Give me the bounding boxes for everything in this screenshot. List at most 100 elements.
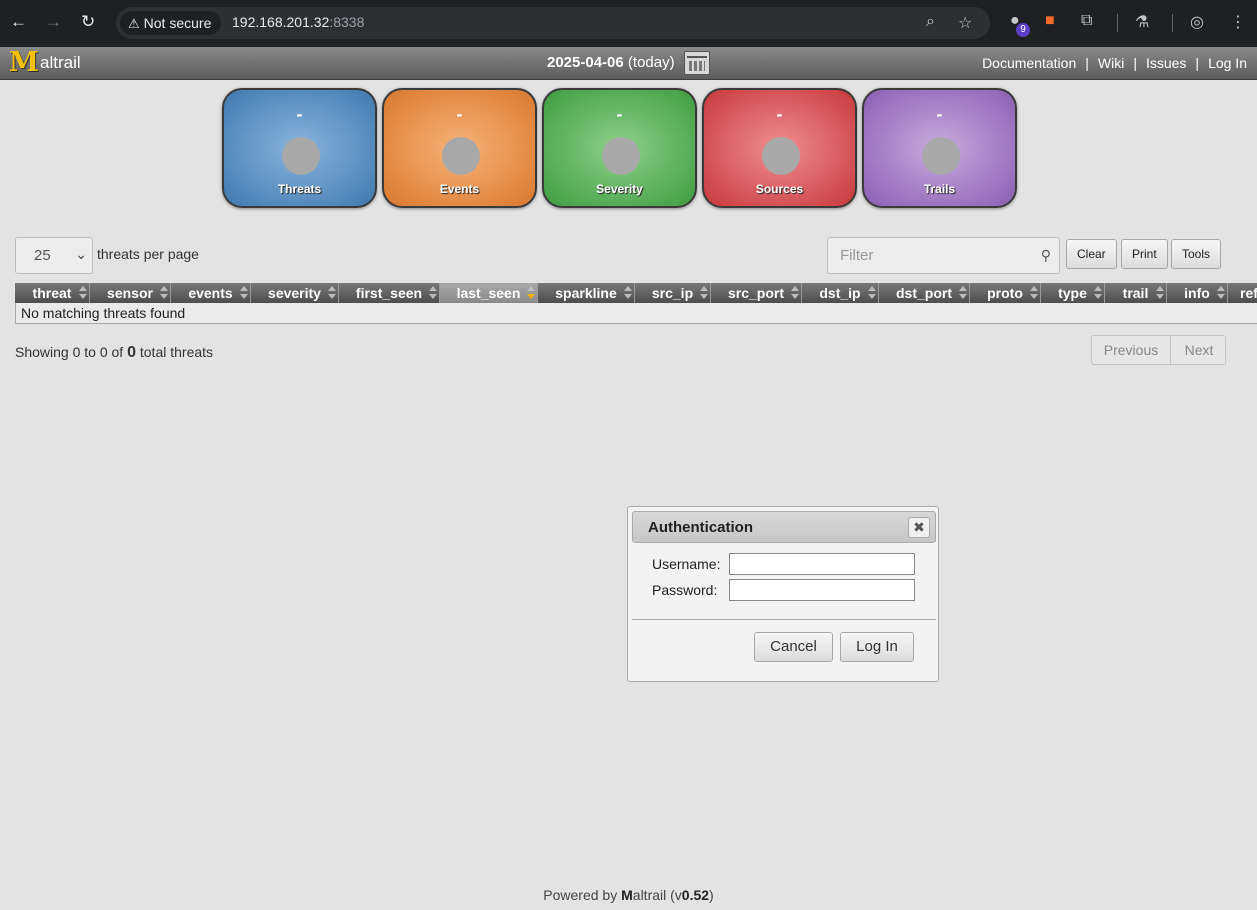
username-field[interactable]	[729, 553, 915, 575]
per-page-label: threats per page	[97, 246, 199, 262]
sort-icon	[1094, 286, 1102, 300]
footer: Powered by Maltrail (v0.52)	[543, 887, 714, 903]
username-label: Username:	[652, 556, 721, 572]
link-login[interactable]: Log In	[1208, 55, 1247, 71]
threats-counter[interactable]: - Threats	[222, 88, 377, 208]
counter-value: -	[776, 104, 783, 124]
date-suffix: (today)	[627, 54, 675, 71]
table-header: threat sensor events severity first_seen…	[15, 283, 1257, 303]
authentication-dialog: Authentication ✖ Username: Password: Can…	[627, 506, 939, 682]
browser-toolbar: ← → ↻ ⚠ Not secure 192.168.201.32:8338 ⌕ …	[0, 0, 1257, 47]
column-type[interactable]: type	[1041, 283, 1105, 303]
toolbar-divider	[1117, 14, 1118, 32]
sort-icon	[79, 286, 87, 300]
sort-icon	[959, 286, 967, 300]
zoom-icon[interactable]: ⌕	[926, 13, 935, 31]
cancel-button[interactable]: Cancel	[754, 632, 833, 662]
column-threat[interactable]: threat	[15, 283, 90, 303]
extension-badge: 9	[1016, 23, 1030, 37]
clear-button[interactable]: Clear	[1066, 239, 1117, 269]
sort-icon	[1030, 286, 1038, 300]
column-ref[interactable]: ref	[1228, 283, 1257, 303]
security-chip[interactable]: ⚠ Not secure	[120, 11, 222, 35]
dialog-titlebar[interactable]: Authentication ✖	[632, 511, 936, 543]
counter-label: Trails	[923, 182, 956, 196]
link-wiki[interactable]: Wiki	[1098, 55, 1124, 71]
sort-icon	[868, 286, 876, 300]
previous-button[interactable]: Previous	[1092, 336, 1171, 364]
column-proto[interactable]: proto	[970, 283, 1041, 303]
puzzle-extensions-icon[interactable]: ⧉	[1081, 12, 1092, 30]
password-field[interactable]	[729, 579, 915, 601]
table-summary: Showing 0 to 0 of 0 total threats	[15, 344, 214, 361]
dialog-title: Authentication	[648, 519, 753, 536]
total-count: 0	[127, 344, 136, 361]
sort-icon	[240, 286, 248, 300]
column-trail[interactable]: trail	[1105, 283, 1167, 303]
trails-counter[interactable]: - Trails	[862, 88, 1017, 208]
column-first-seen[interactable]: first_seen	[339, 283, 440, 303]
counter-value: -	[456, 104, 463, 124]
severity-counter[interactable]: - Severity	[542, 88, 697, 208]
app-header: M altrail 2025-04-06 (today) Documentati…	[0, 47, 1257, 80]
column-src-ip[interactable]: src_ip	[635, 283, 711, 303]
sort-icon	[1156, 286, 1164, 300]
table-body: No matching threats found	[15, 303, 1257, 324]
counter-label: Events	[439, 182, 480, 196]
search-icon: ⚲	[1040, 247, 1051, 263]
counter-value: -	[616, 104, 623, 124]
empty-table-message: No matching threats found	[21, 305, 186, 321]
counter-value: -	[936, 104, 943, 124]
profile-icon[interactable]: ◎	[1190, 12, 1204, 32]
column-info[interactable]: info	[1167, 283, 1228, 303]
menu-kebab-icon[interactable]: ⋮	[1230, 12, 1246, 32]
tools-button[interactable]: Tools	[1171, 239, 1222, 269]
logo-text: altrail	[40, 53, 81, 72]
per-page-value: 25	[34, 247, 51, 264]
bookmark-star-icon[interactable]: ☆	[958, 13, 972, 33]
link-issues[interactable]: Issues	[1146, 55, 1186, 71]
forward-icon[interactable]: →	[45, 12, 62, 32]
counter-label: Severity	[596, 182, 643, 196]
column-src-port[interactable]: src_port	[711, 283, 802, 303]
column-last-seen[interactable]: last_seen	[440, 283, 538, 303]
back-icon[interactable]: ←	[10, 12, 27, 32]
reload-icon[interactable]: ↻	[81, 12, 95, 32]
labs-flask-icon[interactable]: ⚗	[1135, 12, 1149, 32]
version: 0.52	[681, 887, 710, 903]
events-counter[interactable]: - Events	[382, 88, 537, 208]
next-button[interactable]: Next	[1172, 336, 1226, 364]
counter-sparkline-placeholder	[922, 137, 960, 175]
column-dst-ip[interactable]: dst_ip	[802, 283, 879, 303]
print-button[interactable]: Print	[1121, 239, 1168, 269]
filter-placeholder: Filter	[840, 247, 874, 264]
counter-value: -	[296, 104, 303, 124]
column-sensor[interactable]: sensor	[90, 283, 171, 303]
chevron-down-icon: ⌄	[75, 246, 87, 262]
address-bar[interactable]: ⚠ Not secure 192.168.201.32:8338 ⌕ ☆	[116, 7, 990, 39]
per-page-select[interactable]: 25 ⌄	[15, 237, 93, 274]
pagination: Previous Next	[1091, 335, 1226, 365]
column-severity[interactable]: severity	[251, 283, 339, 303]
login-button[interactable]: Log In	[840, 632, 914, 662]
close-icon[interactable]: ✖	[908, 517, 930, 538]
column-sparkline[interactable]: sparkline	[538, 283, 635, 303]
calendar-icon[interactable]	[684, 51, 710, 75]
sort-icon	[700, 286, 708, 300]
sort-icon	[791, 286, 799, 300]
date-value: 2025-04-06	[547, 54, 624, 71]
maltrail-logo[interactable]: M	[9, 49, 39, 77]
column-events[interactable]: events	[171, 283, 251, 303]
sources-counter[interactable]: - Sources	[702, 88, 857, 208]
column-dst-port[interactable]: dst_port	[879, 283, 970, 303]
counter-sparkline-placeholder	[442, 137, 480, 175]
date-display: 2025-04-06 (today)	[547, 54, 675, 71]
counter-label: Threats	[277, 182, 322, 196]
header-links: Documentation | Wiki | Issues | Log In	[982, 55, 1247, 71]
filter-input[interactable]: Filter ⚲	[827, 237, 1060, 274]
bolt-extension-icon[interactable]: ■	[1045, 12, 1055, 30]
sort-icon	[1217, 286, 1225, 300]
link-documentation[interactable]: Documentation	[982, 55, 1076, 71]
warning-icon: ⚠	[128, 16, 140, 31]
counter-sparkline-placeholder	[602, 137, 640, 175]
